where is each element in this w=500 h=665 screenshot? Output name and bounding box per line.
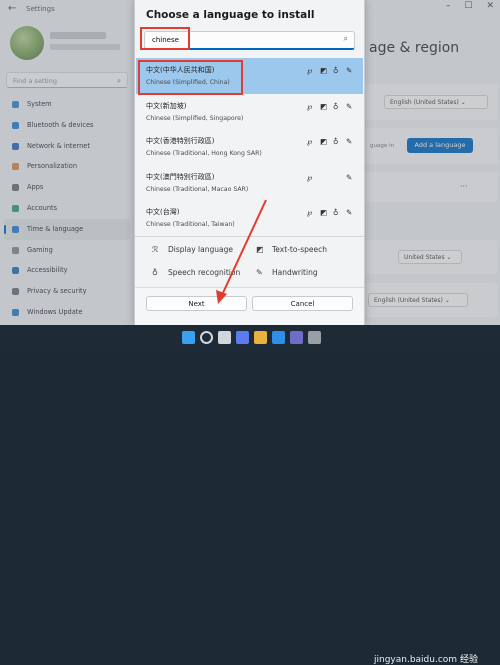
watermark: jingyan.baidu.com 经验 bbox=[374, 652, 478, 665]
start-button-icon[interactable] bbox=[182, 331, 195, 344]
widgets-icon[interactable] bbox=[236, 331, 249, 344]
watermark-label: 经验 bbox=[459, 655, 478, 665]
edge-icon[interactable] bbox=[272, 331, 285, 344]
task-view-icon[interactable] bbox=[218, 331, 231, 344]
search-icon[interactable] bbox=[200, 331, 213, 344]
annotation-arrow bbox=[216, 199, 267, 304]
arrow-line bbox=[221, 199, 267, 296]
taskbar: jingyan.baidu.com 经验 bbox=[0, 325, 500, 665]
settings-app-icon[interactable] bbox=[308, 331, 321, 344]
arrow-head bbox=[216, 290, 227, 304]
watermark-text: jingyan.baidu.com bbox=[374, 655, 458, 665]
file-explorer-icon[interactable] bbox=[254, 331, 267, 344]
store-icon[interactable] bbox=[290, 331, 303, 344]
